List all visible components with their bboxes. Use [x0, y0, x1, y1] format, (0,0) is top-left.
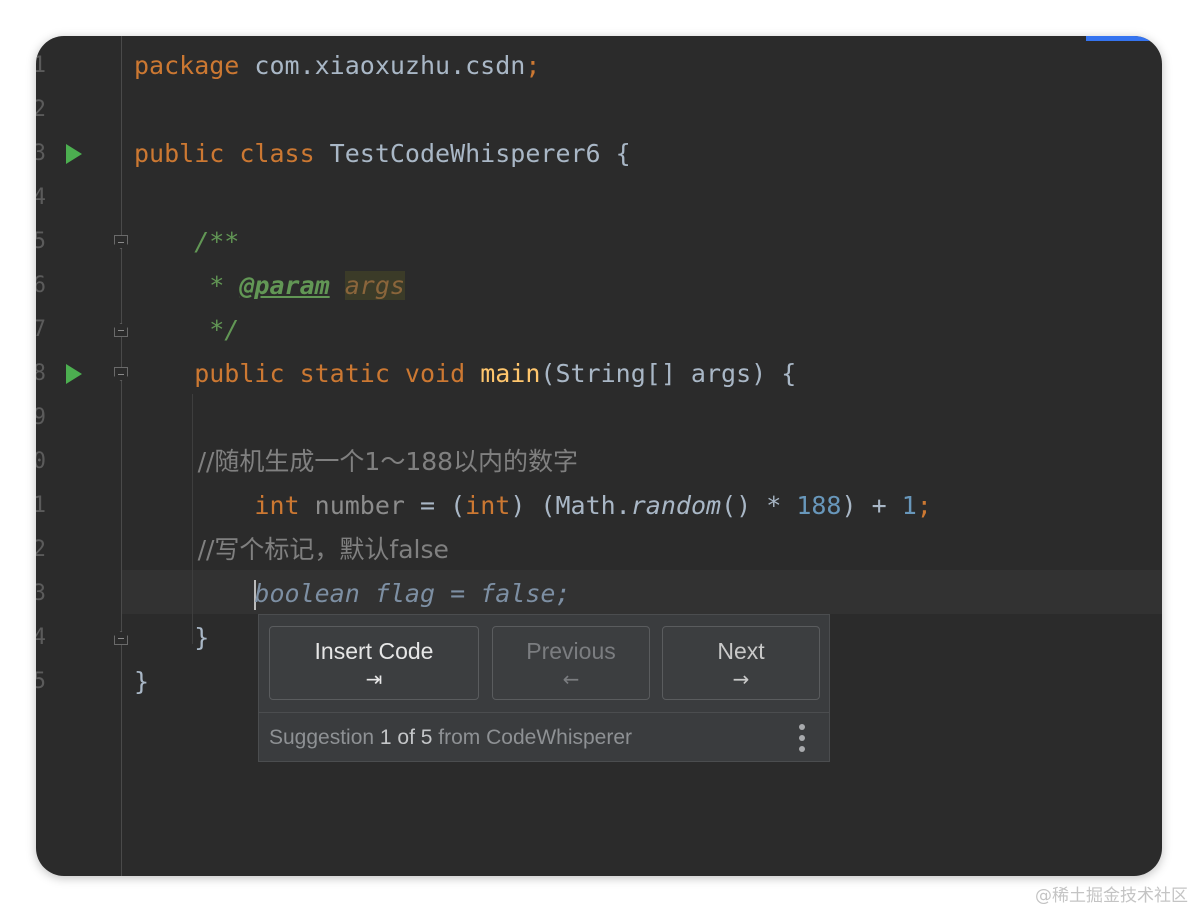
- code-text: }: [134, 616, 209, 660]
- codewhisperer-suggestion-popup: Insert Code ⇥ Previous ← Next → Suggesti…: [258, 614, 830, 762]
- code-line[interactable]: 8 public static void main(String[] args)…: [36, 352, 1162, 396]
- code-line[interactable]: 2 //写个标记，默认false: [36, 528, 1162, 572]
- line-number: 5: [36, 229, 46, 254]
- line-number: 3: [36, 141, 46, 166]
- code-line[interactable]: 1 package com.xiaoxuzhu.csdn;: [36, 44, 1162, 88]
- line-number: 0: [36, 449, 46, 474]
- line-number: 6: [36, 273, 46, 298]
- code-text: public class TestCodeWhisperer6 {: [134, 132, 631, 176]
- code-text: public static void main(String[] args) {: [134, 352, 796, 396]
- code-token: ) +: [841, 491, 902, 520]
- code-token: int: [254, 491, 300, 520]
- code-token: @param: [239, 271, 330, 300]
- code-text: //写个标记，默认false: [134, 528, 449, 572]
- code-line[interactable]: 5 /**: [36, 220, 1162, 264]
- line-number: 8: [36, 361, 46, 386]
- code-token: }: [134, 623, 210, 652]
- code-text: int number = (int) (Math.random() * 188)…: [134, 484, 932, 528]
- next-button[interactable]: Next →: [662, 626, 820, 700]
- line-number: 3: [36, 581, 46, 606]
- code-token: (String[] args) {: [540, 359, 797, 388]
- line-number: 7: [36, 317, 46, 342]
- code-text: * @param args: [134, 264, 405, 308]
- code-token: }: [134, 667, 150, 696]
- line-number: 1: [36, 53, 46, 78]
- code-line[interactable]: 0 //随机生成一个1～188以内的数字: [36, 440, 1162, 484]
- line-number: 4: [36, 185, 46, 210]
- line-number: 2: [36, 97, 46, 122]
- previous-label: Previous: [526, 638, 616, 664]
- vertical-ellipsis-icon[interactable]: [799, 724, 805, 752]
- code-token: number: [314, 491, 405, 520]
- fold-toggle-icon[interactable]: [114, 235, 128, 249]
- code-text: }: [134, 660, 149, 704]
- code-token: public static void: [134, 359, 481, 388]
- code-line[interactable]: 4: [36, 176, 1162, 220]
- tab-key-icon: ⇥: [365, 667, 383, 691]
- popup-divider: [259, 712, 829, 713]
- code-text: */: [134, 308, 239, 352]
- insert-code-button[interactable]: Insert Code ⇥: [269, 626, 479, 700]
- line-number: 9: [36, 405, 46, 430]
- code-token: public class: [134, 139, 330, 168]
- code-token: random: [630, 491, 722, 520]
- code-line[interactable]: 1 int number = (int) (Math.random() * 18…: [36, 484, 1162, 528]
- code-line[interactable]: 9: [36, 396, 1162, 440]
- line-number: 4: [36, 625, 46, 650]
- code-token: package: [134, 51, 240, 80]
- code-line[interactable]: 2: [36, 88, 1162, 132]
- code-text: //随机生成一个1～188以内的数字: [134, 440, 578, 484]
- run-icon[interactable]: [66, 364, 82, 384]
- code-token: ;: [916, 491, 932, 520]
- code-token: 1: [901, 491, 917, 520]
- suggestion-source: from CodeWhisperer: [432, 726, 633, 749]
- code-text: package com.xiaoxuzhu.csdn;: [134, 44, 540, 88]
- next-label: Next: [717, 638, 765, 664]
- fold-toggle-icon[interactable]: [114, 323, 128, 337]
- code-token: main: [480, 359, 541, 388]
- code-token: //写个标记，默认false: [134, 535, 449, 564]
- previous-button[interactable]: Previous ←: [492, 626, 650, 700]
- ide-editor-window: 1 package com.xiaoxuzhu.csdn; 2 3 public cla…: [36, 36, 1162, 876]
- code-token: 188: [796, 491, 842, 520]
- code-token: int: [465, 491, 511, 520]
- code-line[interactable]: 3 public class TestCodeWhisperer6 {: [36, 132, 1162, 176]
- scroll-indicator: [1086, 36, 1162, 41]
- code-token: args: [344, 271, 405, 300]
- line-number: 2: [36, 537, 46, 562]
- code-token: com.xiaoxuzhu.csdn: [239, 51, 526, 80]
- arrow-right-icon: →: [732, 667, 750, 691]
- code-text: boolean flag = false;: [134, 572, 571, 616]
- arrow-left-icon: ←: [562, 667, 580, 691]
- suggestion-status: Suggestion 1 of 5 from CodeWhisperer: [269, 725, 632, 751]
- code-text: /**: [134, 220, 239, 264]
- code-token: */: [134, 315, 240, 344]
- code-token: *: [134, 271, 240, 300]
- code-token: //随机生成一个1～188以内的数字: [134, 447, 579, 476]
- code-line[interactable]: 3 boolean flag = false;: [36, 572, 1162, 616]
- fold-toggle-icon[interactable]: [114, 631, 128, 645]
- run-icon[interactable]: [66, 144, 82, 164]
- suggestion-prefix: Suggestion: [269, 726, 380, 749]
- code-token: /**: [134, 227, 240, 256]
- insert-code-label: Insert Code: [314, 638, 434, 664]
- code-token: = (: [404, 491, 466, 520]
- line-number: 5: [36, 669, 46, 694]
- code-line[interactable]: 7 */: [36, 308, 1162, 352]
- suggestion-index: 1 of 5: [379, 726, 433, 749]
- code-token: boolean flag = false;: [254, 579, 571, 608]
- code-token: () *: [721, 491, 797, 520]
- code-line[interactable]: 6 * @param args: [36, 264, 1162, 308]
- line-number: 1: [36, 493, 46, 518]
- code-token: ) (Math.: [510, 491, 631, 520]
- code-token: ;: [525, 51, 541, 80]
- fold-toggle-icon[interactable]: [114, 367, 128, 381]
- code-token: TestCodeWhisperer6 {: [329, 139, 631, 168]
- watermark: @稀土掘金技术社区: [1035, 886, 1188, 906]
